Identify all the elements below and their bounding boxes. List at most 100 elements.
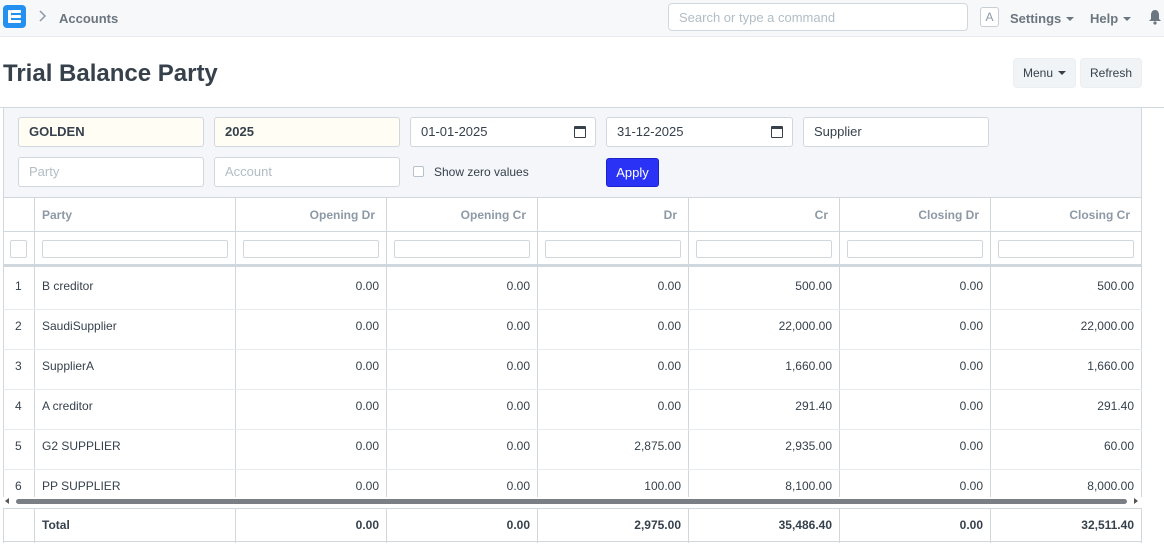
cell-opening-cr[interactable]: 0.00 (386, 399, 530, 413)
caret-down-icon (1123, 17, 1132, 21)
caret-down-icon (1058, 71, 1067, 75)
cell-closing-dr[interactable]: 0.00 (839, 479, 983, 493)
cell-dr[interactable]: 0.00 (537, 279, 681, 293)
column-header-closing-cr[interactable]: Closing Cr (990, 208, 1130, 222)
table-row[interactable]: 3 SupplierA 0.00 0.00 0.00 1,660.00 0.00… (3, 350, 1142, 390)
cell-closing-cr[interactable]: 22,000.00 (990, 319, 1134, 333)
cell-cr[interactable]: 1,660.00 (688, 359, 832, 373)
filter-input-opening-dr[interactable] (243, 240, 379, 258)
scroll-left-arrow-icon[interactable] (5, 498, 9, 504)
cell-closing-cr[interactable]: 291.40 (990, 399, 1134, 413)
cell-opening-dr[interactable]: 0.00 (235, 279, 379, 293)
horizontal-scrollbar[interactable] (16, 499, 1127, 504)
cell-dr[interactable]: 2,875.00 (537, 439, 681, 453)
cell-party[interactable]: G2 SUPPLIER (42, 439, 121, 453)
table-row[interactable]: 1 B creditor 0.00 0.00 0.00 500.00 0.00 … (3, 270, 1142, 310)
search-input[interactable] (668, 3, 968, 31)
cell-opening-cr[interactable]: 0.00 (386, 279, 530, 293)
total-cr: 35,486.40 (778, 518, 832, 532)
cell-party[interactable]: A creditor (42, 399, 93, 413)
filter-input-cr[interactable] (696, 240, 832, 258)
cell-cr[interactable]: 2,935.00 (688, 439, 832, 453)
column-header-opening-dr[interactable]: Opening Dr (235, 208, 375, 222)
company-field[interactable]: GOLDEN (18, 117, 204, 147)
filter-input-closing-dr[interactable] (847, 240, 983, 258)
cell-closing-cr[interactable]: 1,660.00 (990, 359, 1134, 373)
row-index: 5 (15, 439, 22, 453)
cell-closing-dr[interactable]: 0.00 (839, 279, 983, 293)
cell-opening-dr[interactable]: 0.00 (235, 439, 379, 453)
cell-closing-dr[interactable]: 0.00 (839, 399, 983, 413)
cell-opening-cr[interactable]: 0.00 (386, 359, 530, 373)
from-date-field[interactable]: 01-01-2025 (410, 117, 596, 147)
cell-opening-cr[interactable]: 0.00 (386, 479, 530, 493)
cell-party[interactable]: B creditor (42, 279, 93, 293)
caret-down-icon (1066, 17, 1075, 21)
cell-cr[interactable]: 291.40 (688, 399, 832, 413)
cell-closing-dr[interactable]: 0.00 (839, 319, 983, 333)
cell-cr[interactable]: 22,000.00 (688, 319, 832, 333)
cell-party[interactable]: PP SUPPLIER (42, 479, 120, 493)
show-zero-values-label: Show zero values (434, 165, 529, 179)
cell-closing-cr[interactable]: 500.00 (990, 279, 1134, 293)
row-index: 4 (15, 399, 22, 413)
to-date-value: 31-12-2025 (617, 124, 684, 139)
row-index: 2 (15, 319, 22, 333)
party-type-field[interactable]: Supplier (803, 117, 989, 147)
table-row[interactable]: 2 SaudiSupplier 0.00 0.00 0.00 22,000.00… (3, 310, 1142, 350)
help-dropdown[interactable]: Help (1090, 11, 1132, 26)
cell-party[interactable]: SupplierA (42, 359, 94, 373)
cell-opening-cr[interactable]: 0.00 (386, 319, 530, 333)
cell-opening-cr[interactable]: 0.00 (386, 439, 530, 453)
cell-cr[interactable]: 500.00 (688, 279, 832, 293)
column-header-closing-dr[interactable]: Closing Dr (839, 208, 979, 222)
cell-dr[interactable]: 0.00 (537, 319, 681, 333)
report-grid: Party Opening Dr Opening Cr Dr Cr Closin… (3, 197, 1142, 546)
account-field[interactable]: Account (214, 157, 400, 187)
filter-input-dr[interactable] (545, 240, 681, 258)
header-row: Party Opening Dr Opening Cr Dr Cr Closin… (3, 197, 1142, 232)
show-zero-values-checkbox[interactable] (413, 166, 424, 177)
menu-button[interactable]: Menu (1013, 58, 1076, 88)
cell-dr[interactable]: 0.00 (537, 399, 681, 413)
fiscal-year-field[interactable]: 2025 (214, 117, 400, 147)
cell-dr[interactable]: 0.00 (537, 359, 681, 373)
party-field[interactable]: Party (18, 157, 204, 187)
table-row[interactable]: 4 A creditor 0.00 0.00 0.00 291.40 0.00 … (3, 390, 1142, 430)
chevron-right-icon (38, 9, 47, 26)
apply-button[interactable]: Apply (606, 158, 659, 187)
row-select-all[interactable] (10, 240, 27, 258)
cell-closing-dr[interactable]: 0.00 (839, 359, 983, 373)
calendar-icon[interactable] (574, 126, 586, 138)
to-date-field[interactable]: 31-12-2025 (606, 117, 793, 147)
page-title: Trial Balance Party (3, 60, 218, 87)
table-row[interactable]: 6 PP SUPPLIER 0.00 0.00 100.00 8,100.00 … (3, 470, 1142, 497)
cell-closing-cr[interactable]: 60.00 (990, 439, 1134, 453)
filter-input-party[interactable] (42, 240, 228, 258)
bell-icon[interactable] (1148, 9, 1162, 25)
breadcrumb-accounts[interactable]: Accounts (59, 11, 118, 26)
help-label: Help (1090, 11, 1119, 26)
refresh-button[interactable]: Refresh (1080, 58, 1142, 88)
column-header-opening-cr[interactable]: Opening Cr (386, 208, 526, 222)
app-logo-icon[interactable] (3, 5, 26, 28)
cell-party[interactable]: SaudiSupplier (42, 319, 117, 333)
scroll-right-arrow-icon[interactable] (1134, 498, 1138, 504)
cell-opening-dr[interactable]: 0.00 (235, 479, 379, 493)
cell-closing-dr[interactable]: 0.00 (839, 439, 983, 453)
filter-input-opening-cr[interactable] (394, 240, 530, 258)
cell-dr[interactable]: 100.00 (537, 479, 681, 493)
column-header-dr[interactable]: Dr (537, 208, 677, 222)
avatar[interactable]: A (980, 7, 999, 27)
column-header-party[interactable]: Party (42, 208, 72, 222)
table-row[interactable]: 5 G2 SUPPLIER 0.00 0.00 2,875.00 2,935.0… (3, 430, 1142, 470)
filter-input-closing-cr[interactable] (998, 240, 1134, 258)
cell-opening-dr[interactable]: 0.00 (235, 319, 379, 333)
cell-opening-dr[interactable]: 0.00 (235, 359, 379, 373)
column-header-cr[interactable]: Cr (688, 208, 828, 222)
cell-opening-dr[interactable]: 0.00 (235, 399, 379, 413)
cell-closing-cr[interactable]: 8,000.00 (990, 479, 1134, 493)
calendar-icon[interactable] (771, 126, 783, 138)
cell-cr[interactable]: 8,100.00 (688, 479, 832, 493)
settings-dropdown[interactable]: Settings (1010, 11, 1075, 26)
